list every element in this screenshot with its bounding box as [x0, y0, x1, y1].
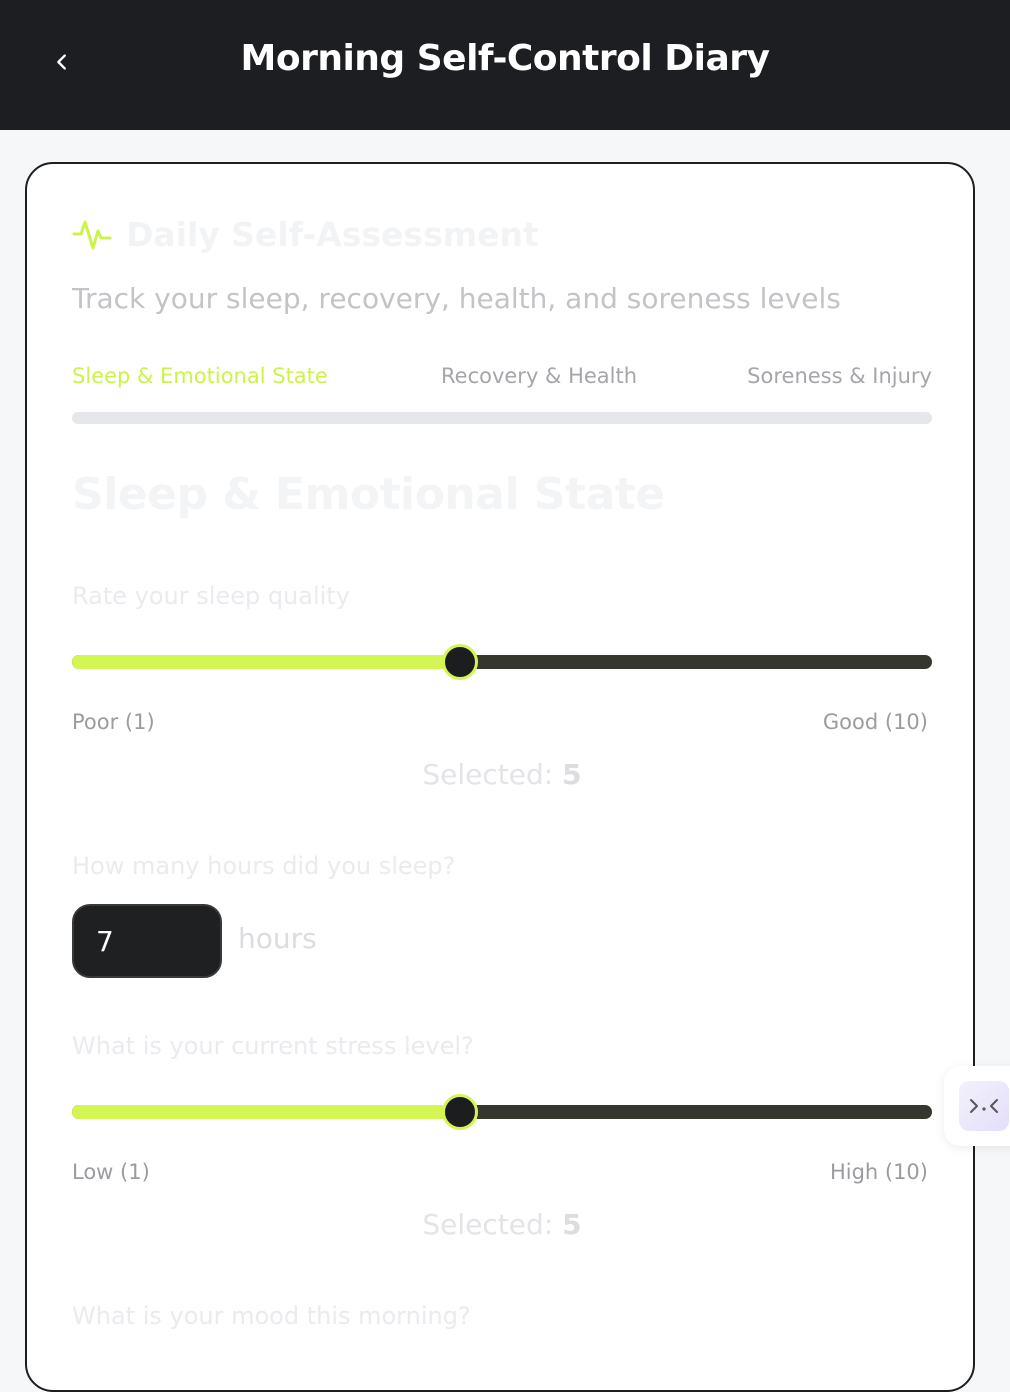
selected-prefix: Selected: [422, 1208, 554, 1241]
tab-bar: Sleep & Emotional State Recovery & Healt… [72, 364, 932, 404]
activity-pulse-icon [72, 220, 112, 250]
card-header: Daily Self-Assessment [72, 214, 539, 254]
sleep-quality-question: Rate your sleep quality [72, 582, 350, 610]
selected-value: 5 [562, 1208, 582, 1241]
stress-slider[interactable] [72, 1092, 932, 1132]
stress-question: What is your current stress level? [72, 1032, 474, 1060]
selected-value: 5 [562, 758, 582, 791]
sleep-hours-question: How many hours did you sleep? [72, 852, 456, 880]
sleep-quality-selected: Selected: 5 [72, 758, 932, 791]
section-title: Sleep & Emotional State [72, 469, 665, 520]
tab-progress-track [72, 412, 932, 424]
stress-min-label: Low (1) [72, 1160, 150, 1184]
tab-recovery-health[interactable]: Recovery & Health [441, 364, 637, 388]
floating-widget-inner [959, 1081, 1009, 1131]
top-app-bar: Morning Self-Control Diary [0, 0, 1010, 130]
mood-question: What is your mood this morning? [72, 1302, 471, 1330]
card-title: Daily Self-Assessment [126, 214, 539, 254]
slider-fill [72, 655, 457, 669]
slider-thumb[interactable] [442, 644, 478, 680]
tab-soreness-injury[interactable]: Soreness & Injury [747, 364, 932, 388]
stress-selected: Selected: 5 [72, 1208, 932, 1241]
page-title: Morning Self-Control Diary [240, 38, 770, 79]
selected-prefix: Selected: [422, 758, 554, 791]
stress-max-label: High (10) [829, 1160, 928, 1184]
slider-fill [72, 1105, 457, 1119]
tab-sleep-emotional-state[interactable]: Sleep & Emotional State [72, 364, 328, 388]
slider-thumb[interactable] [442, 1094, 478, 1130]
sleep-quality-min-label: Poor (1) [72, 710, 155, 734]
floating-assistant-button[interactable] [944, 1066, 1010, 1146]
assessment-card: Daily Self-Assessment Track your sleep, … [25, 162, 975, 1392]
collapse-arrows-icon [970, 1099, 998, 1113]
sleep-hours-input[interactable] [72, 904, 222, 978]
sleep-quality-max-label: Good (10) [822, 710, 928, 734]
card-subtitle: Track your sleep, recovery, health, and … [72, 282, 841, 315]
sleep-quality-slider[interactable] [72, 642, 932, 682]
sleep-hours-unit: hours [238, 922, 317, 955]
